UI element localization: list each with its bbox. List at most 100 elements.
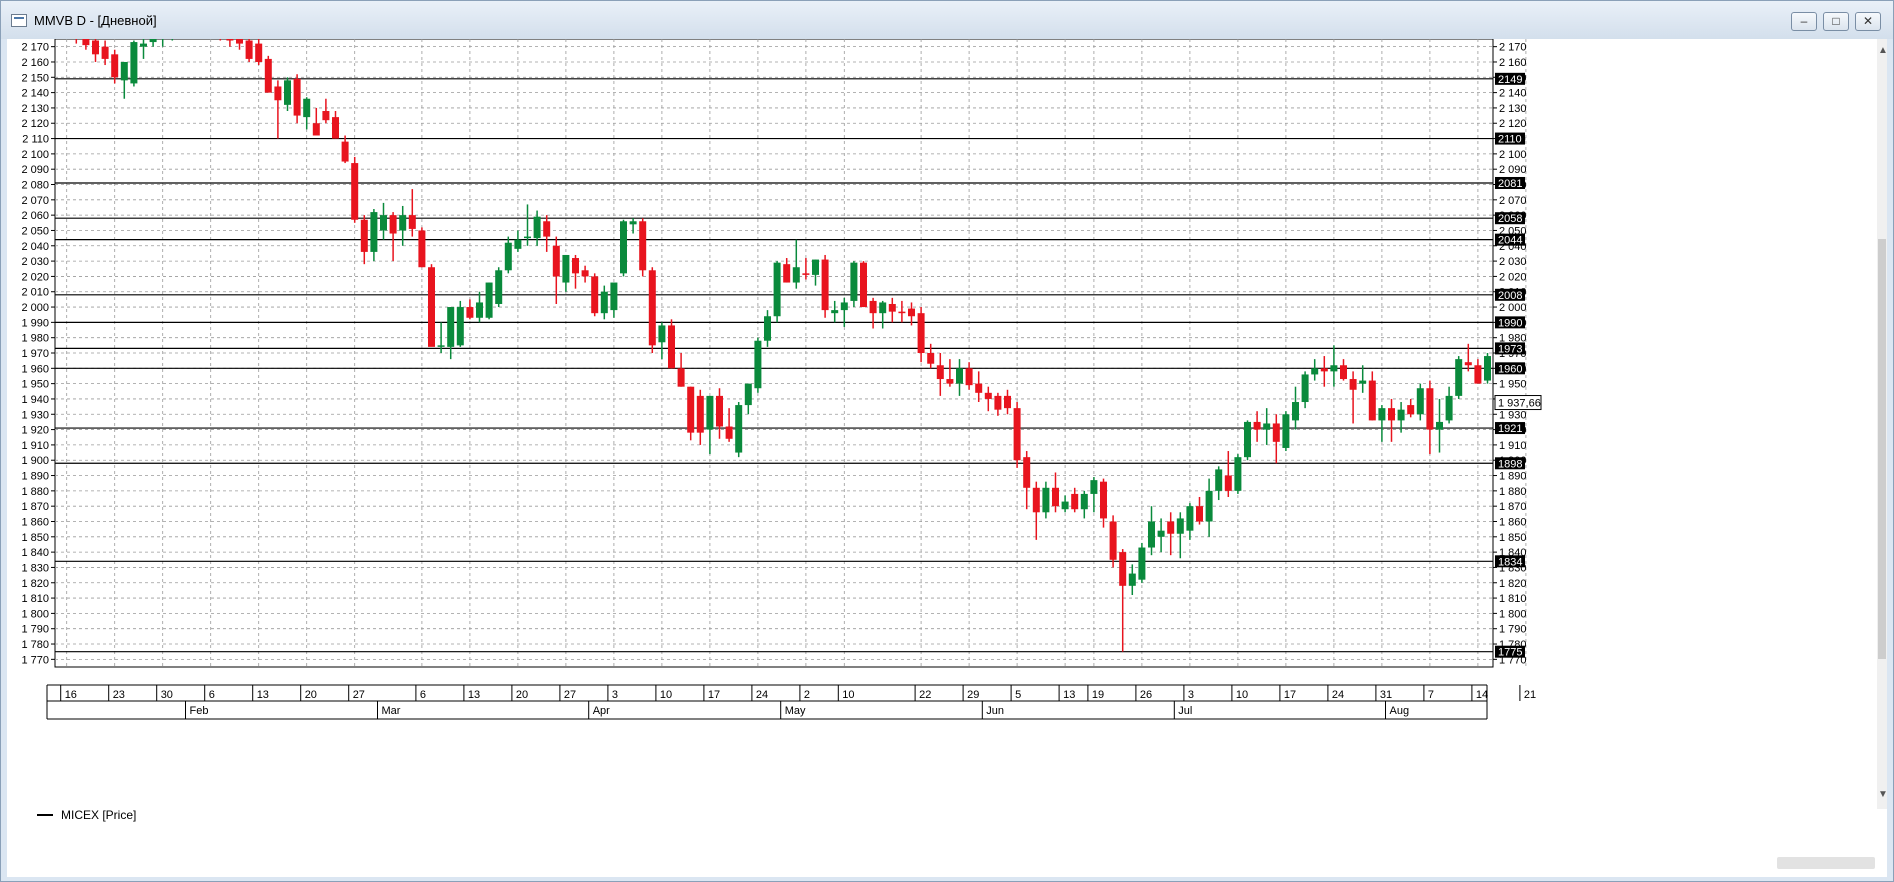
maximize-button[interactable]: □	[1823, 12, 1849, 31]
y-tick-label-left: 1 850	[21, 532, 49, 544]
y-tick-label-left: 1 800	[21, 608, 49, 620]
scroll-up-arrow-icon[interactable]: ▲	[1878, 45, 1888, 56]
candle-body	[236, 39, 243, 44]
candle-body	[696, 395, 704, 433]
candle-body	[1464, 362, 1472, 366]
level-badge-label: 1960	[1498, 363, 1522, 375]
candle-body	[773, 262, 781, 317]
candle-body	[552, 245, 560, 277]
day-tick-label: 7	[1428, 689, 1434, 701]
candle-body	[140, 43, 147, 47]
candle-body	[840, 302, 848, 311]
day-tick-label: 20	[305, 689, 317, 701]
vertical-scroll-thumb[interactable]	[1878, 239, 1886, 659]
candle-body	[1148, 521, 1155, 548]
y-tick-label-right: 2 030	[1499, 256, 1527, 268]
candle-body	[658, 325, 666, 343]
candle-body	[1234, 457, 1242, 491]
plot-frame	[54, 39, 1494, 668]
candlestick-chart[interactable]: 1 770 1 780 1 790 1 800 1 810 1 820 1 830 1 840…	[7, 39, 1887, 877]
candle-body	[1301, 374, 1309, 403]
scroll-down-arrow-icon[interactable]: ▼	[1878, 789, 1888, 800]
close-button[interactable]: ✕	[1855, 12, 1881, 31]
candle-body	[1320, 368, 1328, 372]
candle-body	[1580, 393, 1587, 411]
x-axis-band	[7, 683, 1877, 722]
candle-body	[1244, 421, 1251, 458]
level-badge-label: 2058	[1498, 213, 1522, 225]
candle-body	[1532, 390, 1539, 393]
day-tick-label: 27	[564, 689, 576, 701]
candle-body	[1263, 423, 1271, 430]
minimize-button[interactable]: –	[1791, 12, 1817, 31]
month-tick-label: Apr	[593, 705, 610, 717]
candle-body	[1416, 388, 1424, 415]
day-tick-label: 13	[1063, 689, 1075, 701]
day-tick-label: 17	[708, 689, 720, 701]
day-tick-label: 6	[209, 689, 215, 701]
y-tick-label-left: 1 810	[21, 593, 49, 605]
y-tick-label-left: 1 910	[21, 440, 49, 452]
y-tick-label-right: 1 870	[1499, 501, 1527, 513]
day-tick-label: 6	[420, 689, 426, 701]
y-tick-label-right: 1 860	[1499, 516, 1527, 528]
candle-body	[888, 303, 896, 312]
window-titlebar[interactable]: MMVB D - [Дневной] – □ ✕	[1, 1, 1893, 39]
day-tick-label: 10	[660, 689, 672, 701]
candle-body	[965, 368, 973, 386]
y-tick-label-left: 1 830	[21, 562, 49, 574]
candle-body	[1109, 521, 1117, 560]
day-tick-label: 10	[1236, 689, 1248, 701]
x-axis: 16 23 30 6 13 20 27 6 13 20 27 3 10 17 24 2 10 22 29 5 13 19 2…	[7, 683, 1877, 722]
candle-body	[1032, 487, 1040, 513]
candle-body	[533, 216, 541, 239]
legend-label: MICEX [Price]	[61, 808, 136, 822]
candle-body	[1368, 380, 1376, 421]
candle-body	[476, 302, 483, 318]
candle-body	[1378, 408, 1386, 421]
day-tick-label: 24	[756, 689, 768, 701]
y-tick-label-left: 1 840	[21, 547, 49, 559]
candle-body	[380, 215, 387, 231]
candle-body	[744, 383, 752, 406]
y-tick-label-left: 1 940	[21, 394, 49, 406]
y-tick-label-left: 2 140	[21, 88, 49, 100]
y-tick-label-left: 1 790	[21, 624, 49, 636]
candle-body	[1282, 414, 1290, 448]
candle-body	[332, 117, 339, 139]
day-tick-label: 27	[353, 689, 365, 701]
y-tick-label-left: 1 860	[21, 516, 49, 528]
candle-body	[1330, 365, 1338, 372]
candle-body	[389, 215, 397, 234]
candle-body	[1061, 501, 1069, 510]
vertical-scrollbar[interactable]	[1877, 39, 1887, 809]
y-tick-label-right: 1 850	[1499, 532, 1527, 544]
y-tick-label-left: 2 160	[21, 57, 49, 69]
candle-body	[1205, 490, 1213, 522]
y-tick-label-left: 1 900	[21, 455, 49, 467]
y-tick-label-left: 2 040	[21, 241, 49, 253]
chart-area[interactable]: 1 770 1 780 1 790 1 800 1 810 1 820 1 830 1 840…	[7, 39, 1888, 877]
candle-body	[831, 310, 839, 314]
level-badge-label: 1973	[1498, 343, 1522, 355]
candle-body	[754, 340, 762, 389]
y-tick-label-left: 1 950	[21, 379, 49, 391]
y-tick-label-left: 2 130	[21, 103, 49, 115]
candle-body	[706, 395, 714, 430]
candle-body	[1138, 547, 1146, 580]
candle-body	[1311, 368, 1319, 375]
horizontal-scroll-thumb[interactable]	[1777, 857, 1875, 869]
candle-body	[1551, 378, 1558, 392]
level-badge-label: 1921	[1498, 423, 1522, 435]
candle-body	[456, 307, 464, 346]
candle-body	[860, 262, 867, 308]
candle-body	[82, 39, 90, 46]
candle-body	[591, 276, 599, 314]
candle-body	[984, 392, 992, 399]
y-tick-label-left: 2 150	[21, 72, 49, 84]
candle-body	[1359, 380, 1367, 384]
y-tick-label-right: 1 890	[1499, 471, 1527, 483]
y-tick-label-left: 2 020	[21, 271, 49, 283]
candle-body	[120, 61, 128, 81]
y-tick-label-left: 2 100	[21, 149, 49, 161]
